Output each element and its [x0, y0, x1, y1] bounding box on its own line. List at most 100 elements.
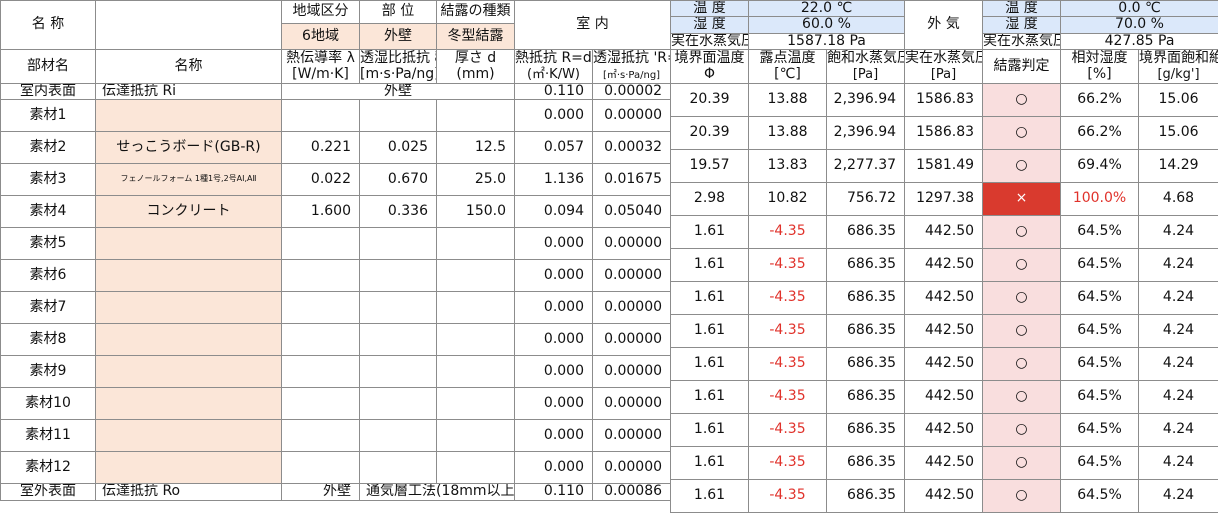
condensation-judgement: ○ — [983, 381, 1061, 414]
boundary-temp: 20.39 — [671, 117, 749, 150]
material-resistance: 0.000 — [515, 356, 593, 388]
material-thickness-cell[interactable]: 25.0 — [437, 164, 515, 196]
indoor-temp-value[interactable]: 22.0 ℃ — [749, 1, 905, 17]
result-row: 19.5713.832,277.371581.49○69.4%14.29 — [671, 150, 1218, 183]
outdoor-temp-value[interactable]: 0.0 ℃ — [1061, 1, 1218, 17]
spreadsheet: 名 称 地域区分 部 位 結露の種類 室 内 6地域 外壁 冬型結露 部材名 名… — [0, 0, 1218, 500]
material-thickness-cell[interactable] — [437, 292, 515, 324]
result-row: 1.61-4.35686.35442.50○64.5%4.24 — [671, 282, 1218, 315]
material-name-cell[interactable]: フェノールフォーム 1種1号,2号AⅠ,AⅡ — [96, 164, 282, 196]
material-name-cell[interactable]: コンクリート — [96, 196, 282, 228]
material-conductivity-cell[interactable] — [282, 260, 360, 292]
material-name-cell[interactable]: せっこうボード(GB-R) — [96, 132, 282, 164]
material-conductivity-cell[interactable] — [282, 228, 360, 260]
material-permeance-cell[interactable]: 0.670 — [360, 164, 437, 196]
material-moisture-resistance: 0.05040 — [593, 196, 671, 228]
material-thickness-cell[interactable]: 150.0 — [437, 196, 515, 228]
absolute-humidity: 4.24 — [1139, 414, 1218, 447]
col-rel-humidity: 相対湿度[%] — [1061, 50, 1139, 84]
relative-humidity: 64.5% — [1061, 216, 1139, 249]
name-value-cell[interactable] — [96, 1, 282, 50]
material-row: 素材3フェノールフォーム 1種1号,2号AⅠ,AⅡ0.0220.67025.01… — [1, 164, 671, 196]
material-name-cell[interactable] — [96, 356, 282, 388]
saturated-vp: 686.35 — [827, 480, 905, 513]
condensation-type-value-cell[interactable]: 冬型結露 — [437, 24, 515, 50]
material-conductivity-cell[interactable]: 0.221 — [282, 132, 360, 164]
material-row: 素材80.0000.00000 — [1, 324, 671, 356]
material-thickness-cell[interactable]: 12.5 — [437, 132, 515, 164]
material-name-cell[interactable] — [96, 228, 282, 260]
absolute-humidity: 14.29 — [1139, 150, 1218, 183]
material-permeance-cell[interactable] — [360, 100, 437, 132]
col-moisture-resistance: 透湿抵抗 'R=d×ξ[㎡·s·Pa/ng] — [593, 50, 671, 84]
material-thickness-cell[interactable] — [437, 452, 515, 484]
dew-point: -4.35 — [749, 348, 827, 381]
material-conductivity-cell[interactable] — [282, 452, 360, 484]
actual-vp: 442.50 — [905, 414, 983, 447]
col-member: 部材名 — [1, 50, 96, 84]
absolute-humidity: 15.06 — [1139, 117, 1218, 150]
material-resistance: 0.000 — [515, 260, 593, 292]
material-thickness-cell[interactable] — [437, 100, 515, 132]
dew-point: -4.35 — [749, 216, 827, 249]
material-thickness-cell[interactable] — [437, 420, 515, 452]
material-conductivity-cell[interactable] — [282, 388, 360, 420]
material-conductivity-cell[interactable]: 1.600 — [282, 196, 360, 228]
material-row: 素材100.0000.00000 — [1, 388, 671, 420]
material-permeance-cell[interactable]: 0.336 — [360, 196, 437, 228]
material-conductivity-cell[interactable]: 0.022 — [282, 164, 360, 196]
material-thickness-cell[interactable] — [437, 228, 515, 260]
material-member: 素材1 — [1, 100, 96, 132]
material-conductivity-cell[interactable] — [282, 356, 360, 388]
outer-surface-method[interactable]: 通気層工法(18mm以上) — [360, 484, 515, 500]
material-name-cell[interactable] — [96, 452, 282, 484]
material-conductivity-cell[interactable] — [282, 420, 360, 452]
material-member: 素材2 — [1, 132, 96, 164]
material-moisture-resistance: 0.00000 — [593, 356, 671, 388]
material-permeance-cell[interactable] — [360, 388, 437, 420]
material-name-cell[interactable] — [96, 388, 282, 420]
region-value-cell[interactable]: 6地域 — [282, 24, 360, 50]
result-row: 1.61-4.35686.35442.50○64.5%4.24 — [671, 315, 1218, 348]
material-permeance-cell[interactable] — [360, 420, 437, 452]
condensation-judgement: ○ — [983, 447, 1061, 480]
material-conductivity-cell[interactable] — [282, 100, 360, 132]
material-permeance-cell[interactable] — [360, 452, 437, 484]
outdoor-hum-value[interactable]: 70.0 % — [1061, 17, 1218, 33]
saturated-vp: 686.35 — [827, 447, 905, 480]
material-member: 素材6 — [1, 260, 96, 292]
material-name-cell[interactable] — [96, 260, 282, 292]
part-value-cell[interactable]: 外壁 — [360, 24, 437, 50]
result-row: 1.61-4.35686.35442.50○64.5%4.24 — [671, 480, 1218, 513]
condensation-judgement: ○ — [983, 150, 1061, 183]
condensation-type-label: 結露の種類 — [437, 1, 515, 24]
material-name-cell[interactable] — [96, 292, 282, 324]
col-thickness: 厚さ d(mm) — [437, 50, 515, 84]
material-permeance-cell[interactable] — [360, 292, 437, 324]
material-thickness-cell[interactable] — [437, 388, 515, 420]
material-conductivity-cell[interactable] — [282, 324, 360, 356]
material-permeance-cell[interactable] — [360, 228, 437, 260]
material-permeance-cell[interactable] — [360, 324, 437, 356]
indoor-hum-value[interactable]: 60.0 % — [749, 17, 905, 33]
dew-point: -4.35 — [749, 414, 827, 447]
material-permeance-cell[interactable] — [360, 260, 437, 292]
condensation-judgement: ○ — [983, 216, 1061, 249]
material-conductivity-cell[interactable] — [282, 292, 360, 324]
absolute-humidity: 4.24 — [1139, 216, 1218, 249]
material-thickness-cell[interactable] — [437, 356, 515, 388]
material-name-cell[interactable] — [96, 100, 282, 132]
material-name-cell[interactable] — [96, 324, 282, 356]
material-name-cell[interactable] — [96, 420, 282, 452]
material-thickness-cell[interactable] — [437, 324, 515, 356]
material-row: 素材90.0000.00000 — [1, 356, 671, 388]
material-thickness-cell[interactable] — [437, 260, 515, 292]
relative-humidity: 100.0% — [1061, 183, 1139, 216]
dew-point: -4.35 — [749, 315, 827, 348]
relative-humidity: 64.5% — [1061, 414, 1139, 447]
material-permeance-cell[interactable]: 0.025 — [360, 132, 437, 164]
absolute-humidity: 4.24 — [1139, 282, 1218, 315]
material-member: 素材7 — [1, 292, 96, 324]
absolute-humidity: 15.06 — [1139, 84, 1218, 117]
material-permeance-cell[interactable] — [360, 356, 437, 388]
